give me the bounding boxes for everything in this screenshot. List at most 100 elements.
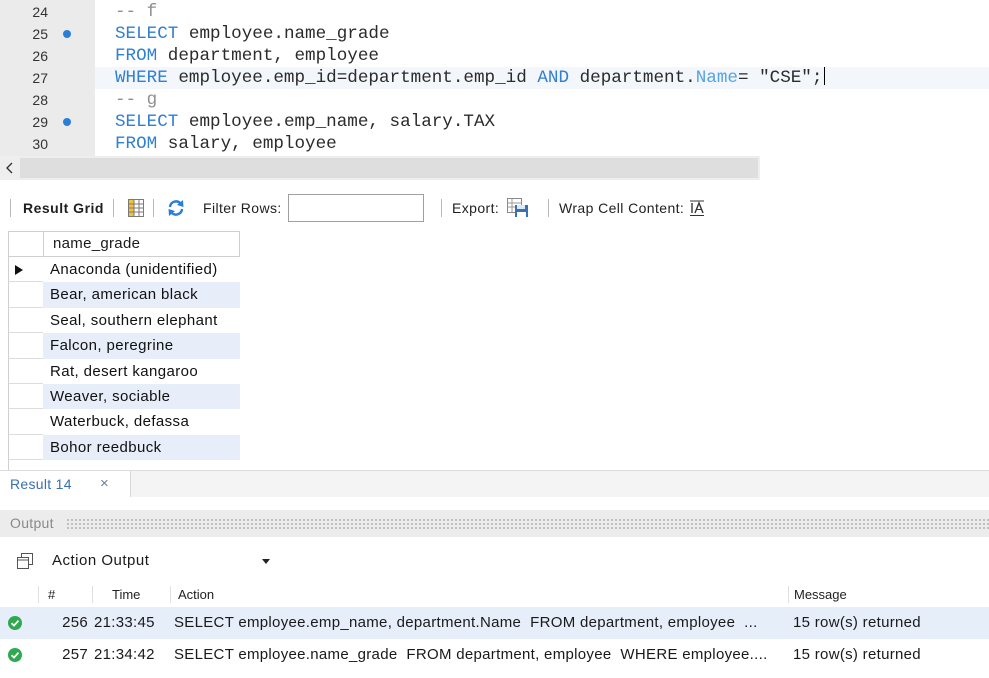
code-line[interactable]: 30 FROM salary, employee: [0, 133, 989, 155]
statement-marker-icon: [63, 30, 71, 38]
sql-keyword: SELECT: [115, 112, 179, 132]
table-row[interactable]: Rat, desert kangaroo: [0, 358, 989, 384]
code-comment: -- g: [115, 90, 158, 110]
code-line[interactable]: 26 FROM department, employee: [0, 45, 989, 67]
export-icon[interactable]: [507, 198, 529, 221]
output-row[interactable]: 256 21:33:45 SELECT employee.emp_name, d…: [0, 607, 989, 639]
output-row-num: 256: [62, 614, 88, 631]
column-header-num[interactable]: #: [48, 583, 55, 606]
grid-cell[interactable]: Falcon, peregrine: [43, 333, 240, 359]
scrollbar-thumb[interactable]: [20, 158, 758, 178]
row-indicator[interactable]: [8, 307, 43, 334]
toolbar-separator: [548, 199, 549, 217]
table-row[interactable]: Weaver, sociable: [0, 384, 989, 410]
toolbar-separator: [441, 199, 442, 217]
sql-keyword: FROM: [115, 46, 158, 66]
table-row-selected[interactable]: Anaconda (unidentified): [0, 257, 989, 283]
row-indicator[interactable]: [8, 257, 43, 283]
sql-identifier: employee.emp_name, salary.TAX: [178, 112, 496, 132]
line-number: 27: [32, 70, 48, 86]
sql-identifier: employee.name_grade: [178, 24, 390, 44]
chevron-down-icon: [262, 559, 270, 564]
result-grid[interactable]: name_grade Anaconda (unidentified) Bear,…: [0, 230, 989, 470]
table-row[interactable]: Bohor reedbuck: [0, 434, 989, 461]
close-icon[interactable]: ×: [100, 471, 109, 497]
editor-horizontal-scrollbar[interactable]: [0, 156, 760, 180]
mysql-workbench-window: 24 -- f 25 SELECT employee.name_grade 26…: [0, 0, 989, 678]
row-indicator[interactable]: [8, 460, 43, 470]
column-divider: [170, 586, 171, 603]
refresh-icon[interactable]: [166, 199, 186, 220]
sql-editor[interactable]: 24 -- f 25 SELECT employee.name_grade 26…: [0, 0, 989, 156]
grid-icon[interactable]: [128, 199, 144, 220]
code-text: FROM salary, employee: [115, 133, 337, 155]
row-indicator[interactable]: [8, 434, 43, 461]
table-row[interactable]: Seal, southern elephant: [0, 307, 989, 334]
column-header-time[interactable]: Time: [112, 583, 140, 606]
chevron-left-icon[interactable]: [3, 161, 17, 175]
check-circle-icon: [8, 648, 22, 662]
row-indicator[interactable]: [8, 384, 43, 410]
grid-cell[interactable]: Anaconda (unidentified): [43, 257, 240, 282]
table-row[interactable]: Waterbuck, defassa: [0, 409, 989, 435]
output-row[interactable]: 257 21:34:42 SELECT employee.name_grade …: [0, 639, 989, 671]
code-comment: -- f: [115, 2, 158, 22]
output-table-header: # Time Action Message: [0, 583, 989, 606]
code-text: WHERE employee.emp_id=department.emp_id …: [115, 67, 826, 89]
filter-rows-input[interactable]: [288, 194, 424, 222]
sql-keyword: FROM: [115, 134, 158, 154]
column-divider: [92, 586, 93, 603]
tab-result-14[interactable]: Result 14 ×: [0, 471, 131, 497]
row-indicator[interactable]: [8, 282, 43, 308]
code-line[interactable]: 25 SELECT employee.name_grade: [0, 23, 989, 45]
table-row-partial[interactable]: [0, 460, 989, 470]
output-view-bar: Action Output: [0, 546, 989, 576]
sql-column-name: Name: [695, 68, 738, 88]
export-label: Export:: [452, 200, 500, 216]
output-view-select[interactable]: Action Output: [45, 547, 280, 575]
result-tab-strip: Result 14 ×: [0, 470, 989, 497]
column-header-name-grade[interactable]: name_grade: [43, 231, 240, 257]
code-text: -- g: [115, 89, 157, 111]
code-line[interactable]: 24 -- f: [0, 1, 989, 23]
sql-identifier: department, employee: [157, 46, 379, 66]
sql-identifier: salary, employee: [157, 134, 337, 154]
check-circle-icon: [8, 616, 22, 630]
window-copy-icon[interactable]: [17, 553, 33, 574]
line-number: 24: [32, 4, 48, 20]
output-row-action: SELECT employee.emp_name, department.Nam…: [174, 614, 758, 631]
grid-cell[interactable]: Weaver, sociable: [43, 384, 240, 410]
output-row-message: 15 row(s) returned: [793, 614, 921, 631]
filter-rows-label: Filter Rows:: [203, 200, 282, 216]
table-row[interactable]: Falcon, peregrine: [0, 333, 989, 359]
table-row[interactable]: Bear, american black: [0, 282, 989, 308]
panel-grip-pattern[interactable]: [66, 518, 989, 529]
toolbar-separator: [153, 199, 154, 217]
statement-marker-icon: [63, 118, 71, 126]
toolbar-edge: [10, 199, 11, 217]
code-line[interactable]: 29 SELECT employee.emp_name, salary.TAX: [0, 111, 989, 133]
grid-cell[interactable]: Seal, southern elephant: [43, 308, 240, 333]
column-header-message[interactable]: Message: [794, 583, 847, 606]
grid-cell[interactable]: Rat, desert kangaroo: [43, 359, 240, 384]
code-line-current[interactable]: 27 WHERE employee.emp_id=department.emp_…: [0, 67, 989, 89]
result-grid-button[interactable]: Result Grid: [23, 194, 104, 222]
wrap-text-icon[interactable]: [689, 200, 705, 219]
grid-cell[interactable]: Bear, american black: [43, 282, 240, 308]
grid-cell[interactable]: Waterbuck, defassa: [43, 409, 240, 434]
row-indicator[interactable]: [8, 409, 43, 435]
line-number: 30: [32, 136, 48, 152]
code-line[interactable]: 28 -- g: [0, 89, 989, 111]
line-number: 25: [32, 26, 48, 42]
row-indicator[interactable]: [8, 333, 43, 359]
line-number: 26: [32, 48, 48, 64]
grid-cell[interactable]: Bohor reedbuck: [43, 434, 240, 461]
column-header-action[interactable]: Action: [178, 583, 214, 606]
output-row-action: SELECT employee.name_grade FROM departme…: [174, 646, 768, 663]
row-indicator[interactable]: [8, 358, 43, 384]
column-divider: [38, 586, 39, 603]
row-pointer-icon: [15, 265, 23, 275]
toolbar-separator: [113, 199, 114, 217]
wrap-cell-content-label: Wrap Cell Content:: [559, 200, 685, 216]
grid-cell[interactable]: [43, 460, 240, 470]
